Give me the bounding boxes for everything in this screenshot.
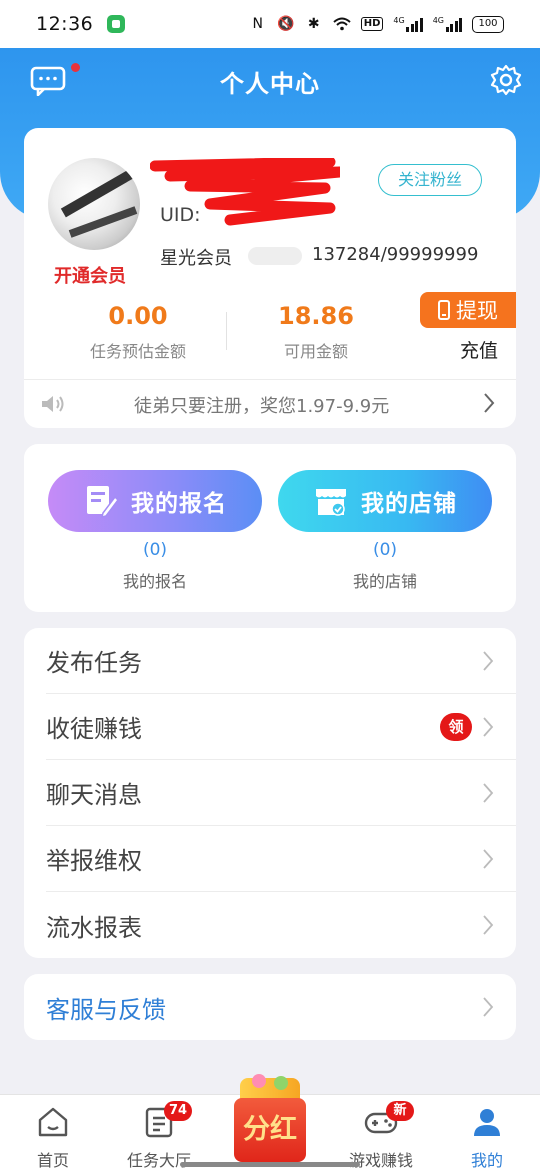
estimated-amount: 0.00 xyxy=(108,302,168,330)
nav-task-hall[interactable]: 74 任务大厅 xyxy=(114,1101,204,1170)
claim-badge: 领 xyxy=(440,713,472,741)
follow-fans-button[interactable]: 关注粉丝 xyxy=(378,164,482,196)
withdraw-button[interactable]: 提现 xyxy=(420,292,516,328)
battery-icon: 100 xyxy=(472,15,504,33)
star-level-bar xyxy=(248,247,302,265)
wifi-icon xyxy=(333,16,351,32)
signal-icon: 4G xyxy=(393,16,423,32)
menu-item-label: 举报维权 xyxy=(46,847,142,875)
invite-notice[interactable]: 徒弟只要注册，奖您1.97-9.9元 xyxy=(134,392,389,418)
available-amount-stat[interactable]: 18.86 可用金额 xyxy=(246,302,386,362)
menu-item-label: 聊天消息 xyxy=(46,781,142,809)
customer-service-row[interactable]: 客服与反馈 xyxy=(24,974,516,1040)
menu-item-publish-task[interactable]: 发布任务 xyxy=(46,628,516,694)
speaker-icon xyxy=(42,396,64,412)
store-icon xyxy=(316,489,346,516)
game-new-badge: 新 xyxy=(386,1101,414,1121)
home-icon xyxy=(38,1107,68,1137)
menu-item-recruit[interactable]: 收徒赚钱 领 xyxy=(46,694,516,760)
recharge-link[interactable]: 充值 xyxy=(460,336,498,363)
menu-item-label: 收徒赚钱 xyxy=(46,715,142,743)
user-icon xyxy=(474,1109,500,1136)
nav-home-label: 首页 xyxy=(36,1151,69,1170)
hd-icon: HD xyxy=(360,17,384,31)
bluetooth-icon: ✱ xyxy=(307,16,320,32)
menu-item-label: 流水报表 xyxy=(46,913,142,942)
shop-count: (0) xyxy=(372,540,398,560)
signup-count: (0) xyxy=(142,540,168,560)
edit-form-icon xyxy=(87,486,119,519)
stat-divider xyxy=(226,312,227,350)
menu-item-label: 发布任务 xyxy=(46,649,142,677)
my-signup-label: 我的报名 xyxy=(131,491,227,517)
menu-card: 发布任务 收徒赚钱 领 聊天消息 举报维权 流水报表 xyxy=(24,628,516,958)
chevron-right-icon xyxy=(483,717,494,737)
dividend-label: 分红 xyxy=(234,1098,306,1162)
menu-item-chat[interactable]: 聊天消息 xyxy=(46,760,516,826)
withdraw-label: 提现 xyxy=(456,299,498,323)
redaction-scribble xyxy=(150,158,340,226)
page-title: 个人中心 xyxy=(220,70,320,98)
menu-item-report[interactable]: 举报维权 xyxy=(46,826,516,892)
open-vip-link[interactable]: 开通会员 xyxy=(54,262,126,288)
nav-mine-label: 我的 xyxy=(470,1151,503,1170)
task-count-badge: 74 xyxy=(164,1101,193,1121)
signal-icon-2: 4G xyxy=(433,16,462,32)
menu-item-statement[interactable]: 流水报表 xyxy=(46,892,516,958)
home-indicator[interactable] xyxy=(180,1162,360,1167)
star-progress: 137284/99999999 xyxy=(312,244,479,265)
status-bar: 12:36 N 🔇 ✱ HD 4G 4G 100 xyxy=(0,0,540,48)
customer-service-label: 客服与反馈 xyxy=(46,996,166,1024)
estimated-amount-stat[interactable]: 0.00 任务预估金额 xyxy=(68,302,208,362)
phone-icon xyxy=(438,300,450,320)
chevron-right-icon xyxy=(483,997,494,1017)
signup-caption: 我的报名 xyxy=(122,572,187,591)
divider xyxy=(24,379,516,380)
silent-icon: 🔇 xyxy=(277,16,295,32)
nav-home[interactable]: 首页 xyxy=(8,1105,98,1170)
my-shop-button[interactable]: 我的店铺 xyxy=(278,470,492,532)
chevron-right-icon[interactable] xyxy=(482,392,496,414)
star-member-label: 星光会员 xyxy=(160,248,232,269)
wechat-notification-icon xyxy=(107,15,126,33)
gear-icon[interactable] xyxy=(490,64,522,96)
my-shop-label: 我的店铺 xyxy=(361,491,457,517)
chevron-right-icon xyxy=(483,783,494,803)
profile-card: 开通会员 UID: 关注粉丝 星光会员 137284/99999999 0.00… xyxy=(24,128,516,428)
shop-caption: 我的店铺 xyxy=(352,572,417,591)
dividend-button[interactable]: 分红 xyxy=(234,1074,306,1166)
available-amount: 18.86 xyxy=(278,302,354,330)
my-signup-button[interactable]: 我的报名 xyxy=(48,470,262,532)
actions-card: 我的报名 我的店铺 (0) 我的报名 (0) 我的店铺 xyxy=(24,444,516,612)
nav-game[interactable]: 新 游戏赚钱 xyxy=(336,1101,426,1170)
estimated-amount-label: 任务预估金额 xyxy=(89,342,186,361)
chevron-right-icon xyxy=(483,915,494,935)
chevron-right-icon xyxy=(483,651,494,671)
chevron-right-icon xyxy=(483,849,494,869)
avatar[interactable] xyxy=(48,158,140,250)
available-amount-label: 可用金额 xyxy=(283,342,348,361)
nfc-icon: N xyxy=(252,16,263,32)
nav-mine[interactable]: 我的 xyxy=(442,1105,532,1170)
status-time: 12:36 xyxy=(36,13,94,35)
